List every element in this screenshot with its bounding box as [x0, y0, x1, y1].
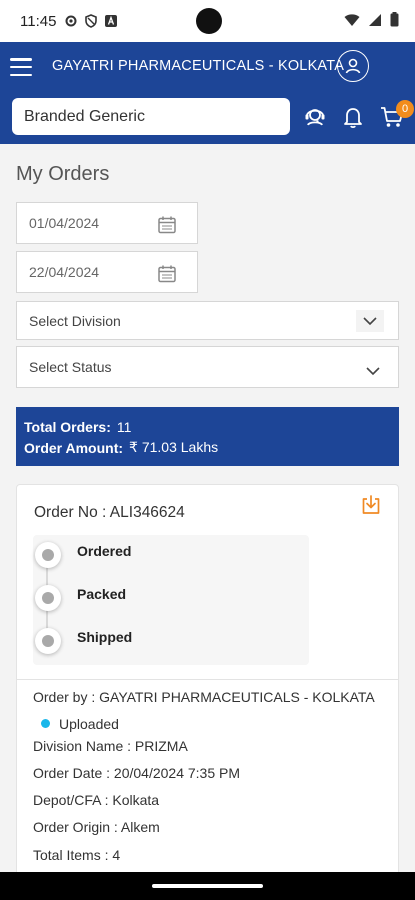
order-by: Order by : GAYATRI PHARMACEUTICALS - KOL… [33, 689, 375, 705]
step-label: Shipped [77, 629, 133, 645]
status-right-icons [344, 12, 399, 32]
profile-button[interactable] [337, 50, 369, 82]
user-icon [345, 58, 361, 74]
order-amount-label: Order Amount: [24, 439, 124, 456]
text-a-icon [104, 14, 118, 28]
hamburger-menu-icon[interactable] [10, 58, 32, 76]
support-agent-icon[interactable] [302, 104, 328, 130]
camera-cutout [196, 8, 222, 34]
to-date-value: 22/04/2024 [29, 264, 100, 280]
division-select-placeholder: Select Division [29, 312, 121, 329]
status-bar: 11:45 [0, 0, 415, 42]
status-step-ordered: Ordered [33, 540, 309, 570]
bell-icon[interactable] [340, 104, 366, 130]
total-orders-label: Total Orders: [24, 418, 111, 435]
from-date-field[interactable]: 01/04/2024 [16, 202, 198, 244]
depot-cfa: Depot/CFA : Kolkata [33, 792, 160, 808]
calendar-icon[interactable] [157, 264, 177, 287]
search-input[interactable]: Branded Generic [12, 98, 290, 135]
order-date: Order Date : 20/04/2024 7:35 PM [33, 765, 241, 781]
order-origin: Order Origin : Alkem [33, 819, 160, 835]
division-select[interactable]: Select Division [16, 301, 399, 340]
status-select-placeholder: Select Status [29, 359, 112, 375]
chevron-down-icon[interactable] [366, 363, 380, 379]
step-dot [35, 585, 61, 611]
order-amount-row: Order Amount: ₹ 71.03 Lakhs [24, 437, 391, 458]
orders-summary: Total Orders: 11 Order Amount: ₹ 71.03 L… [16, 407, 399, 466]
to-date-field[interactable]: 22/04/2024 [16, 251, 198, 293]
step-label: Packed [77, 586, 127, 602]
status-step-shipped: Shipped [33, 626, 309, 656]
app-header: GAYATRI PHARMACEUTICALS - KOLKATA Brande… [0, 42, 415, 144]
order-status-tracker: Ordered Packed Shipped [33, 535, 309, 665]
total-orders-value: 11 [116, 418, 132, 435]
divider [17, 679, 398, 680]
total-orders-row: Total Orders: 11 [24, 416, 391, 437]
step-label: Ordered [77, 543, 132, 559]
status-step-packed: Packed [33, 583, 309, 613]
order-amount-value: ₹ 71.03 Lakhs [129, 439, 219, 455]
status-left-icons [64, 14, 118, 28]
status-select[interactable]: Select Status [16, 346, 399, 388]
total-items: Total Items : 4 [33, 847, 121, 863]
gear-icon [64, 14, 78, 28]
status-dot [41, 719, 50, 728]
home-gesture-handle[interactable] [152, 884, 263, 888]
download-icon[interactable] [360, 494, 382, 521]
page-title: My Orders [16, 163, 110, 185]
signal-icon [368, 13, 382, 32]
step-dot [35, 628, 61, 654]
order-number: Order No : ALI346624 [34, 504, 185, 521]
step-dot [35, 542, 61, 568]
division-name: Division Name : PRIZMA [33, 738, 188, 754]
shield-icon [84, 14, 98, 28]
app-title: GAYATRI PHARMACEUTICALS - KOLKATA [52, 58, 345, 74]
order-status: Uploaded [59, 716, 119, 732]
status-time: 11:45 [20, 12, 57, 30]
calendar-icon[interactable] [157, 215, 177, 238]
order-card[interactable]: Order No : ALI346624 Ordered Packed Ship… [16, 484, 399, 900]
wifi-icon [344, 13, 360, 32]
chevron-down-icon[interactable] [356, 310, 384, 332]
from-date-value: 01/04/2024 [29, 215, 100, 231]
cart-count-badge: 0 [396, 100, 414, 118]
battery-icon [390, 12, 399, 32]
